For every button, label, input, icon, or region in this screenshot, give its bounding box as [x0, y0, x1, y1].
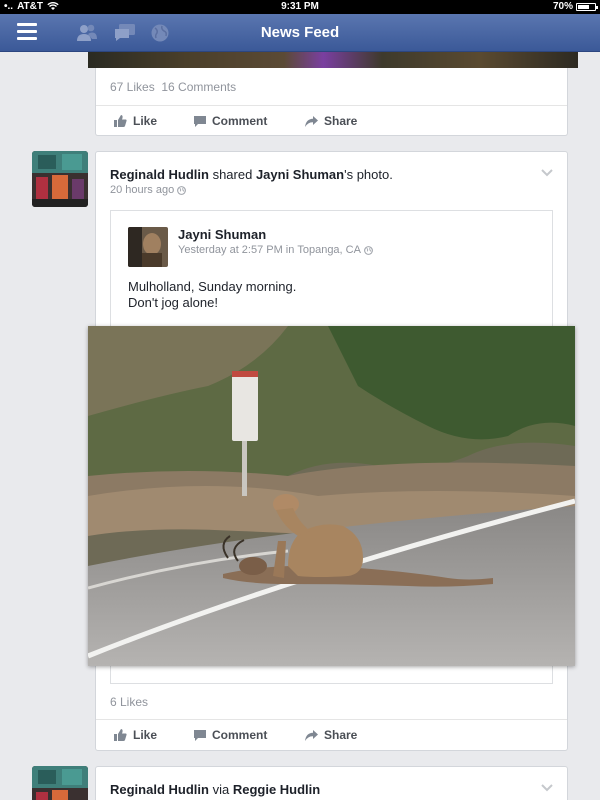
- share-button[interactable]: Share: [305, 114, 357, 128]
- page-title: News Feed: [260, 24, 340, 41]
- shared-author-avatar[interactable]: [128, 227, 168, 267]
- public-globe-icon: [364, 245, 373, 255]
- share-icon: [305, 729, 318, 741]
- author-name[interactable]: Reginald Hudlin: [110, 782, 209, 797]
- post-actions: Like Comment Share: [96, 719, 567, 749]
- battery-fill: [578, 4, 590, 9]
- post-photo[interactable]: [88, 326, 575, 666]
- status-bar: •.. AT&T 9:31 PM 70%: [0, 0, 600, 14]
- status-right: 70%: [552, 1, 598, 12]
- like-button[interactable]: Like: [114, 114, 157, 128]
- shared-post-meta: Yesterday at 2:57 PM in Topanga, CA: [178, 244, 373, 256]
- like-button[interactable]: Like: [114, 728, 157, 742]
- like-icon: [114, 115, 127, 127]
- share-icon: [305, 115, 318, 127]
- comment-icon: [194, 729, 206, 741]
- shared-post-text: Mulholland, Sunday morning. Don't jog al…: [128, 279, 297, 310]
- battery-icon: [576, 2, 598, 11]
- post-photo-partial[interactable]: [88, 52, 578, 68]
- comment-icon: [194, 115, 206, 127]
- location-link[interactable]: Topanga, CA: [297, 244, 361, 256]
- like-icon: [114, 729, 127, 741]
- shared-post-time[interactable]: Yesterday at 2:57 PM: [178, 244, 283, 256]
- post-counts[interactable]: 67 Likes 16 Comments: [110, 80, 236, 94]
- post-header: Reginald Hudlin via Reggie Hudlin: [110, 782, 320, 797]
- author-avatar[interactable]: [32, 766, 88, 800]
- likes-count[interactable]: 6 Likes: [110, 695, 148, 709]
- feed-post-1: 67 Likes 16 Comments Like Comment Share: [88, 52, 578, 136]
- share-button[interactable]: Share: [305, 728, 357, 742]
- comment-button[interactable]: Comment: [194, 114, 267, 128]
- via-author-name[interactable]: Reggie Hudlin: [233, 782, 320, 797]
- via-label: via: [212, 782, 230, 797]
- battery-label: 70%: [552, 1, 573, 12]
- chevron-down-icon[interactable]: [541, 784, 553, 792]
- feed-post-3: Reginald Hudlin via Reggie Hudlin: [95, 766, 568, 800]
- chevron-down-icon[interactable]: [541, 169, 553, 177]
- author-name[interactable]: Reginald Hudlin: [110, 167, 209, 182]
- owner-name[interactable]: Jayni Shuman: [256, 167, 344, 182]
- post-actions: Like Comment Share: [96, 105, 567, 135]
- comments-count[interactable]: 16 Comments: [161, 80, 236, 94]
- shared-author-name[interactable]: Jayni Shuman: [178, 227, 266, 242]
- comment-button[interactable]: Comment: [194, 728, 267, 742]
- post-timestamp[interactable]: 20 hours ago: [110, 184, 187, 196]
- post-header: Reginald Hudlin shared Jayni Shuman's ph…: [110, 167, 393, 182]
- author-avatar[interactable]: [32, 151, 88, 207]
- owner-suffix: 's photo.: [344, 167, 393, 182]
- shared-verb: shared: [212, 167, 253, 182]
- likes-count[interactable]: 67 Likes: [110, 80, 155, 94]
- nav-bar: News Feed: [0, 14, 600, 52]
- status-time: 9:31 PM: [281, 1, 319, 12]
- public-globe-icon: [177, 185, 187, 195]
